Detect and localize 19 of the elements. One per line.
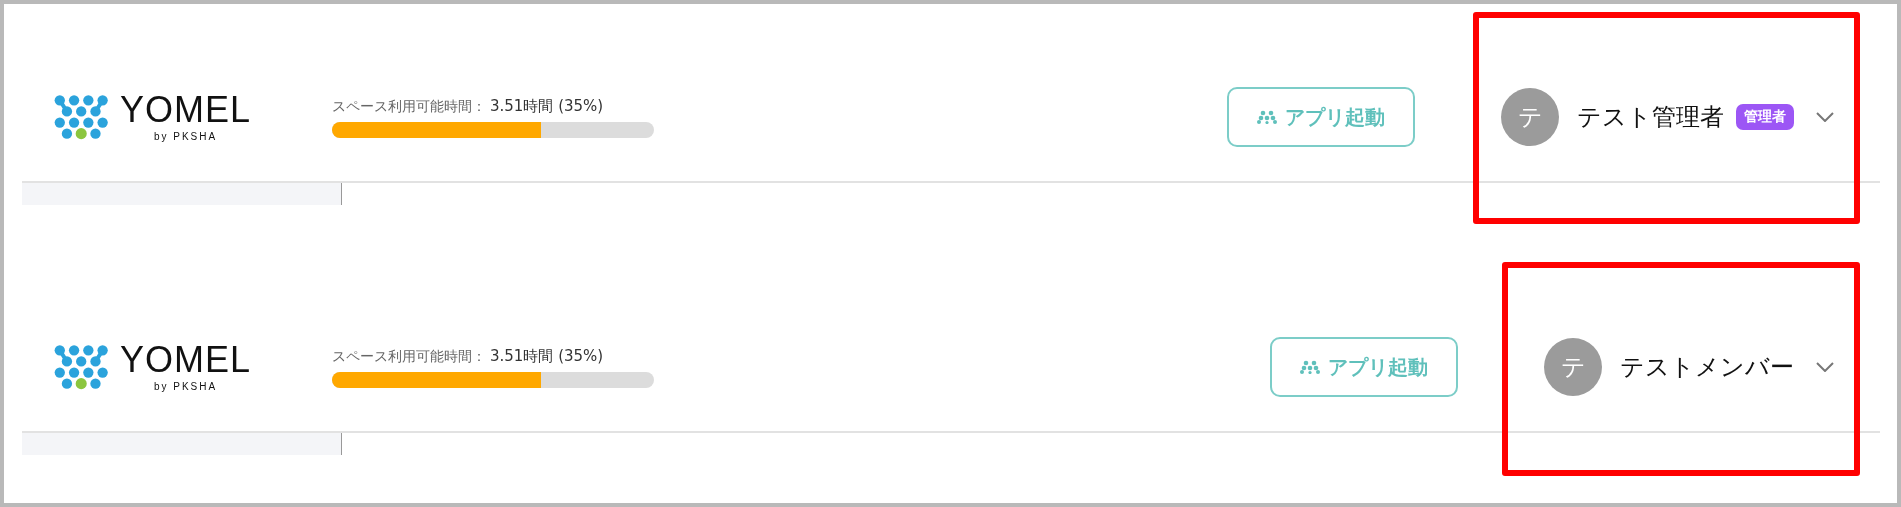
chevron-down-icon[interactable] (1816, 362, 1834, 372)
launch-app-button[interactable]: アプリ起動 (1227, 87, 1415, 147)
user-avatar[interactable]: テ (1544, 338, 1602, 396)
space-time-label: スペース利用可能時間： (332, 97, 486, 116)
user-name: テスト管理者 (1577, 102, 1724, 133)
logo-wordmark: YOMEL (120, 92, 252, 128)
dots-icon (1257, 110, 1277, 124)
space-time-label: スペース利用可能時間： (332, 347, 486, 366)
dots-icon (1300, 360, 1320, 374)
chevron-down-icon[interactable] (1816, 112, 1834, 122)
role-badge: 管理者 (1736, 104, 1794, 130)
logo-byline: by PKSHA (153, 131, 218, 142)
logo-wordmark: YOMEL (120, 342, 252, 378)
user-name: テストメンバー (1620, 352, 1794, 383)
logo-byline: by PKSHA (153, 381, 218, 392)
user-avatar[interactable]: テ (1501, 88, 1559, 146)
space-time-value: 3.51時間 (35%) (490, 96, 604, 116)
space-time-value: 3.51時間 (35%) (490, 346, 604, 366)
launch-app-button[interactable]: アプリ起動 (1270, 337, 1458, 397)
